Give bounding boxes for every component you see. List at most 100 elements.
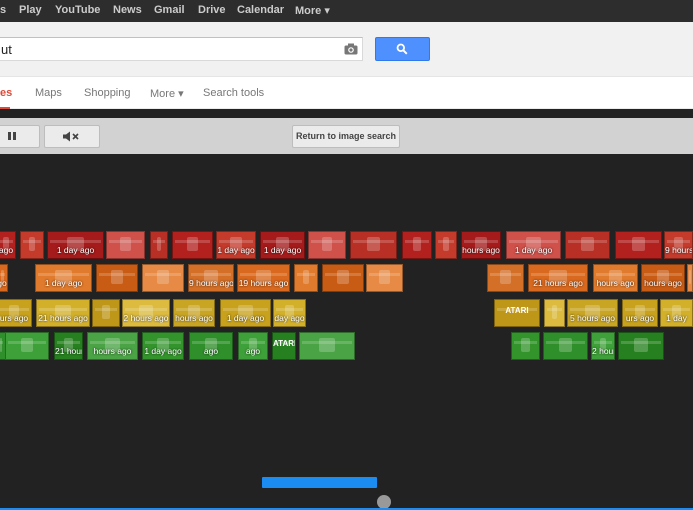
brick: 21 hours ago: [528, 264, 588, 292]
brick-timestamp: 1 day: [666, 313, 687, 323]
brick: hours ago: [173, 299, 215, 327]
brick: 1 day ago: [35, 264, 92, 292]
search-input[interactable]: [0, 38, 331, 60]
brick-timestamp: ago: [0, 245, 14, 255]
brick-timestamp: 1 day ago: [44, 278, 83, 288]
brick: 1 day: [660, 299, 693, 327]
brick: [487, 264, 524, 292]
brick: [142, 264, 184, 292]
tab-search-tools[interactable]: Search tools: [203, 87, 264, 99]
thumbnail-shape: [156, 237, 162, 252]
brick: go: [0, 264, 8, 292]
nav-item-youtube[interactable]: YouTube: [55, 4, 100, 16]
atari-logo: ATARI: [273, 339, 296, 348]
brick: 2 hours ago: [591, 332, 615, 360]
nav-item-play[interactable]: Play: [19, 4, 42, 16]
thumbnail-shape: [412, 237, 422, 252]
brick-timestamp: hours ago: [175, 313, 213, 323]
thumbnail-shape: [102, 305, 110, 320]
brick: [308, 231, 346, 259]
brick-timestamp: 5 hours ago: [570, 313, 615, 323]
brick: 1 day ago: [506, 231, 561, 259]
brick: [150, 231, 168, 259]
mute-button[interactable]: [44, 125, 100, 148]
nav-item-images[interactable]: s: [0, 4, 6, 16]
tab-images[interactable]: es: [0, 87, 12, 99]
camera-icon[interactable]: [344, 42, 358, 55]
brick: ago: [0, 231, 16, 259]
nav-item-gmail[interactable]: Gmail: [154, 4, 185, 16]
breakout-game-area[interactable]: ago 1 day ago 1 day ago 1 day ago hours ago 1…: [0, 154, 693, 510]
brick: 21 hours ago: [54, 332, 83, 360]
search-button[interactable]: [375, 37, 430, 61]
brick: day ago: [273, 299, 306, 327]
brick: urs ago: [622, 299, 658, 327]
thumbnail-shape: [20, 338, 34, 353]
nav-item-more[interactable]: More ▾: [295, 4, 330, 17]
brick: [402, 231, 432, 259]
brick: hours ago: [87, 332, 138, 360]
brick-timestamp: 1 day ago: [514, 245, 553, 255]
thumbnail-shape: [689, 270, 691, 285]
brick-timestamp: 1 day ago: [263, 245, 302, 255]
brick: [20, 231, 44, 259]
return-to-image-search-button[interactable]: Return to image search: [292, 125, 400, 148]
brick: [435, 231, 457, 259]
thumbnail-shape: [157, 270, 169, 285]
brick-timestamp: hours ago: [596, 278, 635, 288]
pause-button[interactable]: [0, 125, 40, 148]
brick-timestamp: 1 day ago: [144, 346, 182, 356]
nav-item-news[interactable]: News: [113, 4, 142, 16]
brick: [5, 332, 49, 360]
nav-item-calendar[interactable]: Calendar: [237, 4, 284, 16]
brick-timestamp: 21 hours ago: [55, 346, 82, 356]
nav-item-drive[interactable]: Drive: [198, 4, 226, 16]
paddle[interactable]: [262, 477, 377, 488]
brick-timestamp: 1 day ago: [217, 245, 255, 255]
thumbnail-shape: [318, 338, 336, 353]
brick-timestamp: hours ago: [93, 346, 132, 356]
thumbnail-shape: [581, 237, 594, 252]
brick: [96, 264, 138, 292]
thumbnail-shape: [631, 237, 646, 252]
brick: 2 hours ago: [122, 299, 170, 327]
game-control-bar: Return to image search: [0, 118, 693, 154]
thumbnail-shape: [321, 237, 333, 252]
brick-timestamp: hours ago: [644, 278, 682, 288]
brick: [366, 264, 403, 292]
tab-more[interactable]: More ▾: [150, 87, 184, 100]
brick: ATARI: [494, 299, 540, 327]
brick-timestamp: 9 hours ago: [189, 278, 233, 288]
brick: 1 day ago: [142, 332, 184, 360]
brick: 5 hours ago: [567, 299, 618, 327]
brick: [299, 332, 355, 360]
brick-timestamp: 1 day ago: [226, 313, 265, 323]
brick-timestamp: day ago: [274, 313, 305, 323]
thumbnail-shape: [366, 237, 381, 252]
search-icon: [396, 43, 408, 55]
thumbnail-shape: [0, 338, 3, 353]
brick: [544, 299, 565, 327]
top-nav-bar: s Play YouTube News Gmail Drive Calendar…: [0, 0, 693, 22]
brick: 1 day ago: [47, 231, 104, 259]
ball: [377, 495, 391, 509]
brick-timestamp: hours ago: [462, 245, 500, 255]
pause-icon: [8, 132, 16, 140]
thumbnail-shape: [379, 270, 390, 285]
brick: 21 hours ago: [36, 299, 90, 327]
brick: [543, 332, 588, 360]
brick-timestamp: 2 hours ago: [123, 313, 169, 323]
mute-icon: [63, 131, 79, 142]
brick-timestamp: 1 day ago: [56, 245, 95, 255]
brick-timestamp: ago: [245, 346, 261, 356]
search-tabs: es Maps Shopping More ▾ Search tools: [0, 77, 693, 109]
brick: 1 day ago: [260, 231, 305, 259]
brick: [687, 264, 693, 292]
thumbnail-shape: [28, 237, 36, 252]
search-box[interactable]: [0, 37, 363, 61]
brick: [294, 264, 318, 292]
brick: hours ago: [641, 264, 685, 292]
tab-maps[interactable]: Maps: [35, 87, 62, 99]
tab-shopping[interactable]: Shopping: [84, 87, 131, 99]
thumbnail-shape: [559, 338, 572, 353]
